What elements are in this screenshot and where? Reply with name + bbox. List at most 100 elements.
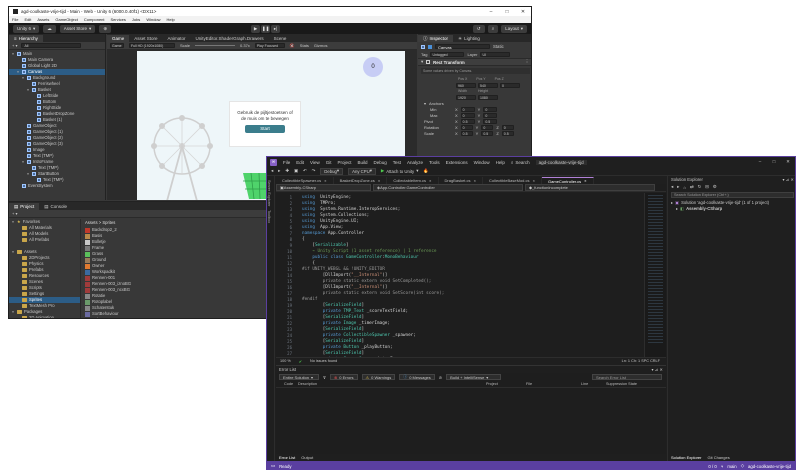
- project-tree-item[interactable]: 2D Animation: [9, 315, 80, 318]
- tab-git-changes[interactable]: Git Changes: [707, 455, 729, 460]
- status-repo[interactable]: agd-coolkaste-vrije-tijd: [748, 464, 791, 469]
- expand-caret-icon[interactable]: ▾: [26, 171, 30, 177]
- start-button[interactable]: Start: [245, 125, 285, 133]
- create-asset-button[interactable]: + ▾: [12, 211, 17, 216]
- tab-asset-store[interactable]: Asset Store: [129, 35, 162, 42]
- menu-item-gameobject[interactable]: GameObject: [55, 17, 77, 22]
- pivot-y-field[interactable]: 0.5: [483, 118, 498, 124]
- rotation-x-field[interactable]: 0: [460, 124, 473, 130]
- error-list-column-header[interactable]: Line: [581, 382, 588, 386]
- se-settings-icon[interactable]: ⚙: [713, 184, 717, 190]
- tab-unityeditor-shadergraph-drawers[interactable]: UnityEditor.ShaderGraph.Drawers: [191, 35, 269, 42]
- document-tab[interactable]: DragBasket.cs ✕: [439, 177, 484, 184]
- scale-y-field[interactable]: 0.5: [481, 130, 494, 136]
- undo-icon[interactable]: ↶: [303, 168, 307, 174]
- scope-dropdown[interactable]: Entire Solution ▾: [279, 374, 319, 380]
- component-caret-icon[interactable]: ▾: [421, 59, 423, 65]
- anchors-caret-icon[interactable]: ▾: [424, 101, 426, 106]
- tab-game[interactable]: Game: [107, 35, 130, 42]
- hot-reload-icon[interactable]: 🔥: [423, 168, 428, 174]
- scale-slider[interactable]: [195, 45, 236, 46]
- expand-caret-icon[interactable]: ▾: [26, 87, 30, 93]
- minimize-button[interactable]: –: [483, 9, 499, 15]
- min-y-field[interactable]: 0: [483, 106, 498, 112]
- solution-explorer-pin-icon[interactable]: ▾ ⊿ ✕: [783, 177, 794, 182]
- play-button[interactable]: ▶: [251, 24, 261, 33]
- tab-console[interactable]: ▤ Console: [39, 203, 72, 210]
- display-dropdown[interactable]: Game: [110, 43, 124, 48]
- build-source-dropdown[interactable]: Build + IntelliSense ▾: [446, 374, 502, 380]
- back-icon[interactable]: ◂: [271, 168, 273, 174]
- document-tab[interactable]: BasketDropZone.cs ✕: [334, 177, 388, 184]
- pos-z-field[interactable]: 0: [500, 82, 520, 88]
- expand-caret-icon[interactable]: ▸: [671, 200, 673, 205]
- object-name-field[interactable]: Canvas: [435, 44, 490, 50]
- expand-caret-icon[interactable]: ▾: [21, 159, 25, 165]
- filter-icon[interactable]: ⊽: [323, 375, 326, 380]
- se-forward-icon[interactable]: ▸: [677, 184, 679, 190]
- member-scope-dropdown[interactable]: ◆ _functionIncomplete: [525, 184, 655, 191]
- attach-unity-button[interactable]: ▶ Attach to Unity ▾: [381, 168, 418, 174]
- messages-filter[interactable]: ⓘ 0 Messages: [399, 374, 435, 380]
- error-list-column-header[interactable]: Project: [486, 382, 498, 386]
- static-toggle[interactable]: Static: [493, 44, 504, 49]
- code-editor[interactable]: 1 2 3 4 5 6 7 8 9 10 11 12 13 14 15 16 17 18 19 20 21 22 23 24 2…: [276, 193, 644, 357]
- vs-menu-item-analyze[interactable]: Analyze: [407, 160, 423, 165]
- resolution-dropdown[interactable]: Full HD (1920x1080): [129, 43, 175, 48]
- se-back-icon[interactable]: ◂: [671, 184, 673, 190]
- redo-icon[interactable]: ↷: [312, 168, 316, 174]
- stats-button[interactable]: Stats: [300, 43, 309, 48]
- pos-y-field[interactable]: 540: [478, 82, 498, 88]
- class-scope-dropdown[interactable]: ◈ App.Controller.GameController: [373, 184, 523, 191]
- project-scope-dropdown[interactable]: ▣ Assembly-CSharp: [276, 184, 371, 191]
- maximize-button[interactable]: □: [499, 9, 515, 15]
- min-x-field[interactable]: 0: [460, 106, 475, 112]
- vs-menu-item-window[interactable]: Window: [474, 160, 490, 165]
- se-collapse-icon[interactable]: ⊟: [705, 184, 709, 190]
- expand-caret-icon[interactable]: ▾: [16, 69, 20, 75]
- rotation-y-field[interactable]: 0: [481, 124, 494, 130]
- vs-search-box[interactable]: ⌕ Search: [511, 160, 530, 165]
- layer-dropdown[interactable]: UI: [480, 52, 511, 57]
- menu-item-help[interactable]: Help: [167, 17, 175, 22]
- tab-close-icon[interactable]: ✕: [378, 179, 381, 183]
- vs-minimize-button[interactable]: –: [753, 159, 767, 165]
- scale-z-field[interactable]: 0.5: [501, 130, 514, 136]
- vs-menu-item-build[interactable]: Build: [358, 160, 368, 165]
- error-list-column-header[interactable]: Suppression State: [606, 382, 637, 386]
- document-tab[interactable]: CollectibleBaseMod.cs ✕: [483, 177, 543, 184]
- max-y-field[interactable]: 0: [483, 112, 498, 118]
- tab-close-icon[interactable]: ✕: [584, 179, 587, 183]
- expand-caret-icon[interactable]: ▾: [11, 219, 15, 225]
- add-object-button[interactable]: + ▾: [12, 43, 17, 48]
- se-refresh-icon[interactable]: ↻: [698, 184, 702, 190]
- search-button[interactable]: ⌕: [487, 24, 499, 33]
- expand-caret-icon[interactable]: ▾: [11, 51, 15, 57]
- status-counts[interactable]: 0 / 0: [708, 464, 716, 469]
- document-tab[interactable]: GameController.cs ✕: [542, 177, 594, 184]
- tab-close-icon[interactable]: ✕: [324, 179, 327, 183]
- tab-project[interactable]: ▤ Project: [9, 203, 40, 210]
- history-button[interactable]: ↺: [472, 24, 485, 33]
- play-focus-dropdown[interactable]: Play Focused: [254, 43, 285, 48]
- tab-output[interactable]: Output: [301, 455, 313, 460]
- clear-filter-icon[interactable]: ⊘: [439, 375, 442, 380]
- scale-x-field[interactable]: 0.5: [460, 130, 473, 136]
- tab-lighting[interactable]: ☀ Lighting: [453, 35, 485, 42]
- menu-item-jobs[interactable]: Jobs: [132, 17, 140, 22]
- pause-button[interactable]: ❚❚: [261, 24, 271, 33]
- tab-error-list[interactable]: Error List: [279, 455, 295, 460]
- menu-item-file[interactable]: File: [12, 17, 18, 22]
- warnings-filter[interactable]: ⚠ 0 Warnings: [361, 374, 396, 380]
- tab-solution-explorer[interactable]: Solution Explorer: [671, 455, 701, 460]
- height-field[interactable]: 1080: [478, 94, 498, 100]
- vs-menu-item-extensions[interactable]: Extensions: [446, 160, 468, 165]
- tag-dropdown[interactable]: Untagged: [430, 52, 465, 57]
- vs-menu-item-test[interactable]: Test: [393, 160, 401, 165]
- vs-menu-item-edit[interactable]: Edit: [296, 160, 304, 165]
- platform-dropdown[interactable]: Any CPU ▾: [348, 167, 376, 175]
- vs-close-button[interactable]: ✕: [781, 159, 795, 165]
- status-branch[interactable]: main: [727, 464, 736, 469]
- rotation-z-field[interactable]: 0: [501, 124, 514, 130]
- vs-maximize-button[interactable]: □: [767, 159, 781, 165]
